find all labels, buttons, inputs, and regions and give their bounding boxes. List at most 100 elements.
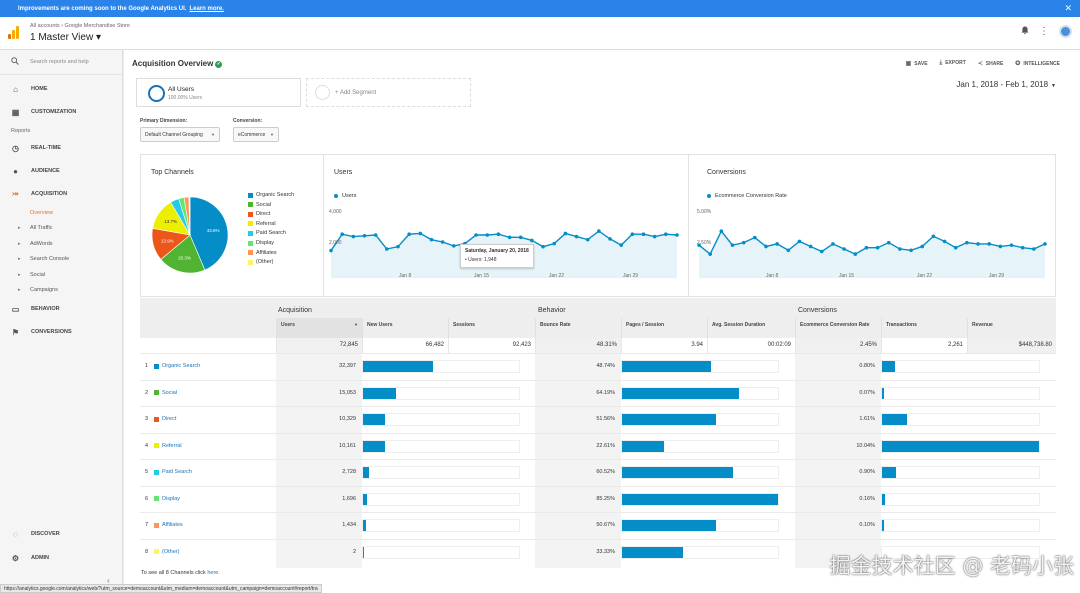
col-sessions[interactable]: Sessions: [448, 318, 535, 338]
primary-dimension-label: Primary Dimension:: [140, 118, 188, 124]
users-point: [485, 233, 490, 237]
col-transactions[interactable]: Transactions: [881, 318, 967, 338]
row-channel[interactable]: 8 (Other): [145, 549, 179, 555]
cell-bounce-rate: 64.19%: [596, 389, 615, 396]
row-channel[interactable]: 5 Paid Search: [145, 469, 192, 475]
report-toolbar: ▣ SAVE ⤓ EXPORT ≺ SHARE ✪ INTELLIGENCE: [906, 60, 1060, 67]
legend-item: Organic Search: [248, 192, 294, 198]
share-button[interactable]: ≺ SHARE: [978, 60, 1004, 67]
nav-acq-campaigns[interactable]: ▸ Campaigns: [18, 287, 58, 293]
export-button[interactable]: ⤓ EXPORT: [940, 60, 966, 67]
legend-swatch: [248, 240, 253, 246]
expand-caret-icon: ▸: [18, 241, 21, 247]
conversion-point: [898, 247, 902, 251]
learn-more-link[interactable]: Learn more.: [189, 6, 223, 12]
more-vert-icon[interactable]: ⋮: [1039, 26, 1049, 37]
col-conversion-rate[interactable]: Ecommerce Conversion Rate: [795, 318, 881, 338]
empty-segment-icon: [315, 85, 330, 100]
clock-icon: ◷: [12, 143, 19, 153]
conv-x-label: Jan 15: [839, 273, 855, 279]
cell-users: 1,696: [342, 495, 356, 502]
user-avatar[interactable]: [1059, 25, 1072, 38]
nav-acq-adwords[interactable]: ▸ AdWords: [18, 241, 53, 247]
search-input[interactable]: Search reports and help: [30, 59, 89, 65]
close-icon[interactable]: ✕: [1064, 3, 1072, 14]
cell-users: 2,728: [342, 469, 356, 475]
col-revenue[interactable]: Revenue: [967, 318, 1056, 338]
nav-customization[interactable]: ▦ CUSTOMIZATION: [0, 101, 123, 123]
channel-link: Social: [162, 389, 177, 396]
nav-behavior[interactable]: ▭ BEHAVIOR: [0, 298, 123, 320]
home-icon: ⌂: [13, 84, 18, 94]
conversion-point: [886, 240, 891, 245]
overview-charts: Top Channels 43.6% 20.3% 13.9% 13.7% Organi…: [140, 154, 1056, 297]
see-all-link[interactable]: here.: [207, 570, 220, 576]
col-pages-session[interactable]: Pages / Session: [621, 318, 707, 338]
total-revenue: $448,738.80: [967, 338, 1056, 353]
conv-x-label: Jan 29: [989, 273, 1005, 279]
nav-home[interactable]: ⌂ HOME: [0, 78, 123, 100]
legend-swatch: [248, 259, 253, 265]
nav-acq-search-console[interactable]: ▸ Search Console: [18, 256, 69, 262]
table-row: 1 Organic Search 32,397 48.74% 0.80%: [140, 353, 1056, 379]
users-x-label: Jan 8: [399, 273, 412, 279]
row-channel[interactable]: 2 Social: [145, 390, 177, 396]
person-icon: ●: [13, 166, 18, 176]
nav-discover[interactable]: ◌ DISCOVER: [0, 523, 123, 545]
nav-acq-social[interactable]: ▸ Social: [18, 272, 45, 278]
row-channel[interactable]: 7 Affiliates: [145, 522, 183, 528]
row-channel[interactable]: 4 Referral: [145, 443, 182, 449]
conversion-select[interactable]: eCommerce ▼: [233, 127, 279, 142]
row-channel[interactable]: 3 Direct: [145, 416, 176, 422]
row-channel[interactable]: 6 Display: [145, 496, 180, 502]
users-point: [474, 233, 478, 237]
analytics-logo-icon[interactable]: [8, 26, 20, 39]
primary-dimension-select[interactable]: Default Channel Grouping ▼: [140, 127, 220, 142]
col-avg-session[interactable]: Avg. Session Duration: [707, 318, 795, 338]
users-point: [385, 247, 389, 251]
pages-session-bar: [622, 440, 665, 452]
row-number: 1: [145, 363, 149, 369]
col-users[interactable]: Users ▼: [276, 318, 362, 338]
save-button[interactable]: ▣ SAVE: [906, 60, 928, 67]
conversion-line-chart[interactable]: [697, 203, 1047, 283]
conversion-point: [909, 248, 913, 253]
new-users-bar: [363, 387, 396, 399]
account-breadcrumb[interactable]: All accounts › Google Merchandise Store: [30, 23, 130, 29]
users-point: [619, 243, 623, 247]
users-point: [652, 234, 657, 239]
view-selector[interactable]: 1 Master View ▾: [30, 32, 101, 43]
channel-link: (Other): [162, 548, 180, 555]
conv-x-label: Jan 22: [917, 273, 933, 279]
row-channel[interactable]: 1 Organic Search: [145, 363, 200, 369]
conversion-point: [753, 235, 757, 240]
col-new-users[interactable]: New Users: [362, 318, 448, 338]
nav-acq-all-traffic[interactable]: ▸ All Traffic: [18, 225, 53, 231]
nav-admin[interactable]: ⚙ ADMIN: [0, 547, 123, 569]
conversion-point: [1043, 242, 1047, 246]
search-reports[interactable]: Search reports and help: [0, 50, 123, 75]
nav-acq-overview[interactable]: Overview: [30, 210, 53, 216]
new-users-bar: [363, 467, 370, 478]
nav-acquisition[interactable]: ⤖ ACQUISITION: [0, 183, 123, 205]
nav-realtime[interactable]: ◷ REAL-TIME: [0, 137, 123, 159]
segment-all-users[interactable]: All Users 100.00% Users: [136, 78, 301, 107]
channel-link: Affiliates: [162, 522, 183, 528]
transactions-bar-track: [881, 360, 1040, 373]
top-channels-pie[interactable]: 43.6% 20.3% 13.9% 13.7%: [151, 196, 229, 274]
intelligence-button[interactable]: ✪ INTELLIGENCE: [1015, 60, 1060, 67]
notifications-bell-icon[interactable]: [1021, 26, 1029, 37]
export-icon: ⤓: [939, 60, 943, 66]
table-row: 6 Display 1,696 85.25% 0.16%: [140, 485, 1056, 512]
pages-session-bar-track: [621, 360, 779, 373]
nav-conversions[interactable]: ⚑ CONVERSIONS: [0, 321, 123, 343]
cell-conversion-rate: 0.07%: [859, 389, 875, 396]
col-bounce-rate[interactable]: Bounce Rate: [535, 318, 621, 338]
add-segment-button[interactable]: + Add Segment: [306, 78, 471, 107]
users-line-chart[interactable]: [329, 203, 679, 283]
nav-audience[interactable]: ● AUDIENCE: [0, 160, 123, 182]
transactions-bar: [882, 414, 908, 425]
date-range-picker[interactable]: Jan 1, 2018 - Feb 1, 2018 ▼: [956, 80, 1056, 89]
total-users: 72,845: [276, 338, 362, 353]
conversion-point: [976, 242, 980, 246]
